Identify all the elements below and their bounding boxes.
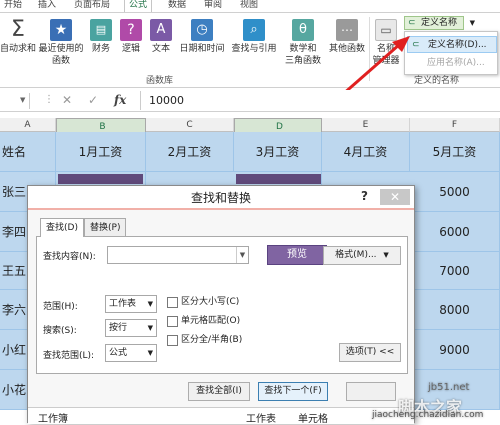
match-entire-cell-checkbox[interactable]: 单元格匹配(O) xyxy=(167,315,240,327)
clock-book-icon: ◷ xyxy=(191,19,213,41)
formula-input[interactable]: 10000 xyxy=(140,91,500,110)
column-header-a[interactable]: A xyxy=(0,118,56,132)
finance-book-icon: ▤ xyxy=(90,19,112,41)
may-cell[interactable]: 8000 xyxy=(410,290,500,329)
highlighted-fill xyxy=(236,174,321,184)
may-cell[interactable]: 9000 xyxy=(410,330,500,369)
chevron-down-icon: ▼ xyxy=(147,300,153,308)
cell-f1[interactable]: 5月工资 xyxy=(410,132,500,171)
options-button[interactable]: 选项(T) << xyxy=(339,343,401,362)
find-all-button[interactable]: 查找全部(I) xyxy=(188,382,250,401)
look-in-label: 查找范围(L): xyxy=(43,351,95,361)
recent-functions-button[interactable]: ★ 最近使用的 函数 xyxy=(36,19,86,67)
help-icon[interactable]: ? xyxy=(361,189,368,203)
may-cell[interactable]: 7000 xyxy=(410,252,500,289)
tab-data[interactable]: 数据 xyxy=(168,0,186,12)
find-replace-dialog: 查找和替换 ? ✕ 查找(D) 替换(P) 查找内容(N): ▼ 预览 格式(M… xyxy=(27,185,415,425)
dialog-title: 查找和替换 xyxy=(28,186,414,210)
search-label: 搜索(S): xyxy=(43,326,77,336)
cell-e1[interactable]: 4月工资 xyxy=(322,132,410,171)
cell-c1[interactable]: 2月工资 xyxy=(146,132,234,171)
find-next-button[interactable]: 查找下一个(F) xyxy=(258,382,328,401)
star-icon: ★ xyxy=(50,19,72,41)
cancel-icon[interactable]: ✕ xyxy=(62,93,72,107)
watermark-url: jiaocheng.chazidian.com xyxy=(372,410,484,420)
format-button[interactable]: 格式(M)... ▼ xyxy=(323,246,401,265)
formula-bar: ▼ ⋮ ✕ ✓ fx 10000 xyxy=(0,90,500,112)
column-header-f[interactable]: F xyxy=(410,118,500,132)
enter-icon[interactable]: ✓ xyxy=(88,93,98,107)
chevron-down-icon: ▼ xyxy=(383,251,389,259)
tab-home[interactable]: 开始 xyxy=(4,0,22,12)
may-cell[interactable]: 5000 xyxy=(410,172,500,211)
find-history-dropdown-icon[interactable]: ▼ xyxy=(236,247,248,263)
math-trig-button[interactable]: θ 数学和 三角函数 xyxy=(280,19,326,67)
text-button[interactable]: A 文本 xyxy=(148,19,174,55)
question-book-icon: ? xyxy=(120,19,142,41)
may-cell[interactable]: 6000 xyxy=(410,212,500,251)
cell-d1[interactable]: 3月工资 xyxy=(234,132,322,171)
find-what-label: 查找内容(N): xyxy=(43,252,96,262)
lookup-book-icon: ⌕ xyxy=(243,19,265,41)
financial-button[interactable]: ▤ 财务 xyxy=(88,19,114,55)
close-button[interactable]: ✕ xyxy=(380,189,410,205)
tab-view[interactable]: 视图 xyxy=(240,0,258,12)
name-box-dropdown-icon[interactable]: ▼ xyxy=(20,96,25,104)
datetime-button[interactable]: ◷ 日期和时间 xyxy=(176,19,228,55)
autosum-button[interactable]: Σ 自动求和 xyxy=(0,19,36,55)
within-select[interactable]: 工作表 ▼ xyxy=(105,295,157,313)
logical-button[interactable]: ? 逻辑 xyxy=(118,19,144,55)
group-label-function-library: 函数库 xyxy=(146,76,174,86)
name-box[interactable] xyxy=(0,93,30,109)
results-header: 工作簿 工作表 单元格 xyxy=(28,407,414,425)
column-header-c[interactable]: C xyxy=(146,118,234,132)
watermark-site: jb51.net xyxy=(428,382,470,393)
lookup-reference-button[interactable]: ⌕ 查找与引用 xyxy=(228,19,280,55)
theta-book-icon: θ xyxy=(292,19,314,41)
define-name-dropdown[interactable]: ⊂ 定义名称 ▼ xyxy=(404,16,475,30)
chevron-down-icon: ▼ xyxy=(147,349,153,357)
tab-page-layout[interactable]: 页面布局 xyxy=(74,0,110,12)
tab-review[interactable]: 审阅 xyxy=(204,0,222,12)
find-tab-panel: 查找内容(N): ▼ 预览 格式(M)... ▼ 范围(H): 工作表 ▼ 搜索… xyxy=(36,236,408,374)
highlighted-fill xyxy=(58,174,143,184)
tab-formulas[interactable]: 公式 xyxy=(124,0,153,12)
menu-item-define-name[interactable]: ⊂ 定义名称(D)... xyxy=(407,36,497,53)
cell-a1[interactable]: 姓名 xyxy=(0,132,56,171)
close-dialog-button[interactable] xyxy=(346,382,396,401)
match-case-checkbox[interactable]: 区分大小写(C) xyxy=(167,296,239,308)
name-tag-icon: ⊂ xyxy=(408,18,416,28)
look-in-select[interactable]: 公式 ▼ xyxy=(105,344,157,362)
cell-b1[interactable]: 1月工资 xyxy=(56,132,146,171)
menu-item-apply-names: 应用名称(A)... xyxy=(427,58,485,68)
tab-replace[interactable]: 替换(P) xyxy=(84,218,127,236)
ribbon-tab-bar: 开始 插入 页面布局 公式 数据 审阅 视图 xyxy=(0,0,500,12)
find-what-input[interactable]: ▼ xyxy=(107,246,249,264)
tab-find[interactable]: 查找(D) xyxy=(40,218,84,237)
formula-options-icon: ⋮ xyxy=(44,94,54,105)
tab-insert[interactable]: 插入 xyxy=(38,0,56,12)
match-byte-checkbox[interactable]: 区分全/半角(B) xyxy=(167,334,242,346)
text-book-icon: A xyxy=(150,19,172,41)
insert-function-icon[interactable]: fx xyxy=(114,93,126,107)
sigma-icon: Σ xyxy=(11,17,25,42)
chevron-down-icon: ▼ xyxy=(469,19,475,27)
format-preview: 预览 xyxy=(267,245,327,265)
column-header-e[interactable]: E xyxy=(322,118,410,132)
search-select[interactable]: 按行 ▼ xyxy=(105,319,157,337)
header-row: 姓名 1月工资 2月工资 3月工资 4月工资 5月工资 xyxy=(0,132,500,172)
within-label: 范围(H): xyxy=(43,302,78,312)
chevron-down-icon: ▼ xyxy=(147,324,153,332)
